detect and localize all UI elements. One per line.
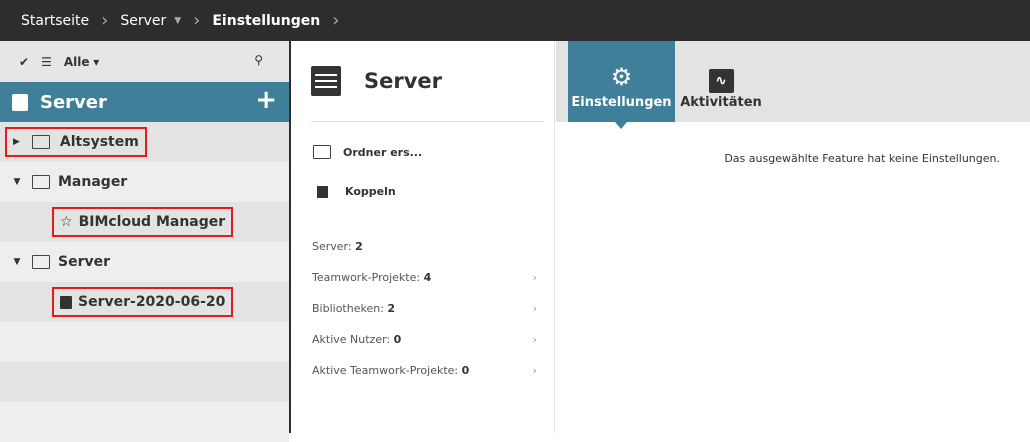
tree-item-server-2020-06-20[interactable]: Server-2020-06-20: [0, 282, 289, 322]
breadcrumb-server[interactable]: Server: [120, 13, 166, 29]
tree-item-label: Manager: [58, 174, 128, 190]
action-label: Koppeln: [345, 185, 396, 198]
no-settings-message: Das ausgewählte Feature hat keine Einste…: [724, 152, 1000, 165]
chevron-right-icon[interactable]: ›: [533, 271, 537, 284]
chevron-right-icon: ›: [101, 10, 109, 31]
tree-header: Server +: [0, 82, 289, 122]
breadcrumb: Startseite › Server ▼ › Einstellungen ›: [0, 0, 1030, 41]
tree-panel: ✔ ☰ Alle ▾ ⚲ Server + ▶ Altsystem ▼ Manage…: [0, 41, 291, 442]
tree-item-manager[interactable]: ▼ Manager: [0, 162, 289, 202]
stat-aktive-nutzer[interactable]: Aktive Nutzer: 0 ›: [312, 333, 537, 346]
stat-teamwork-projekte[interactable]: Teamwork-Projekte: 4 ›: [312, 271, 537, 284]
folder-icon: [32, 175, 50, 189]
caret-down-icon[interactable]: ▼: [8, 257, 26, 267]
folder-icon: [31, 135, 50, 149]
filter-dropdown[interactable]: Alle ▾: [64, 55, 100, 69]
tree-item-label: BIMcloud Manager: [78, 214, 226, 230]
breadcrumb-startseite[interactable]: Startseite: [21, 13, 89, 29]
folder-icon: [313, 145, 331, 159]
folder-icon: [32, 255, 50, 269]
stat-server: Server: 2: [312, 240, 363, 253]
server-icon: [317, 185, 328, 198]
activity-icon: ∿: [708, 63, 734, 93]
tab-label: Aktivitäten: [680, 95, 762, 110]
tab-aktivitaeten[interactable]: ∿ Aktivitäten: [676, 41, 766, 122]
add-icon[interactable]: +: [255, 85, 277, 115]
stat-bibliotheken[interactable]: Bibliotheken: 2 ›: [312, 302, 537, 315]
stat-aktive-teamwork-projekte[interactable]: Aktive Teamwork-Projekte: 0 ›: [312, 364, 537, 377]
tree-item-label: Server-2020-06-20: [78, 294, 226, 310]
tab-einstellungen[interactable]: ⚙ Einstellungen: [568, 41, 675, 129]
search-icon[interactable]: ⚲: [254, 53, 263, 67]
tree-empty-row: [0, 362, 289, 402]
action-label: Ordner ers...: [343, 145, 423, 159]
caret-down-icon[interactable]: ▼: [174, 16, 181, 26]
caret-right-icon[interactable]: ▶: [13, 137, 20, 147]
settings-panel: ⚙ Einstellungen ∿ Aktivitäten Das ausgewäh…: [556, 41, 1030, 433]
chevron-right-icon[interactable]: ›: [533, 364, 537, 377]
detail-header: Server: [311, 41, 544, 122]
tree-empty-row: [0, 322, 289, 362]
tree-item-altsystem[interactable]: ▶ Altsystem: [0, 122, 289, 162]
chevron-right-icon[interactable]: ›: [533, 333, 537, 346]
tab-label: Einstellungen: [571, 95, 672, 110]
chevron-right-icon[interactable]: ›: [533, 302, 537, 315]
chevron-right-icon: ›: [193, 10, 201, 31]
chevron-right-icon: ›: [332, 10, 340, 31]
detail-panel: Server Ordner ers... Koppeln Server: 2 T…: [293, 41, 555, 433]
caret-down-icon[interactable]: ▼: [8, 177, 26, 187]
manager-star-icon: ☆: [60, 214, 73, 230]
breadcrumb-einstellungen[interactable]: Einstellungen: [212, 13, 320, 29]
list-icon[interactable]: ☰: [41, 55, 52, 69]
tab-bar: ⚙ Einstellungen ∿ Aktivitäten: [556, 41, 1030, 129]
tree-item-label: Altsystem: [59, 134, 139, 150]
koppeln-button[interactable]: Koppeln: [313, 185, 396, 198]
tree-item-server[interactable]: ▼ Server: [0, 242, 289, 282]
detail-title: Server: [364, 69, 443, 93]
server-icon: [12, 93, 28, 111]
create-folder-button[interactable]: Ordner ers...: [313, 145, 422, 159]
tree-empty-row: [0, 402, 289, 442]
server-icon: [311, 66, 341, 96]
tree-item-label: Server: [58, 254, 111, 270]
tree-toolbar: ✔ ☰ Alle ▾ ⚲: [0, 41, 289, 82]
server-icon: [60, 295, 72, 309]
tree-item-bimcloud-manager[interactable]: ☆ BIMcloud Manager: [0, 202, 289, 242]
check-icon[interactable]: ✔: [19, 55, 29, 69]
tree-header-title: Server: [40, 91, 107, 113]
gear-icon: ⚙: [610, 63, 633, 91]
